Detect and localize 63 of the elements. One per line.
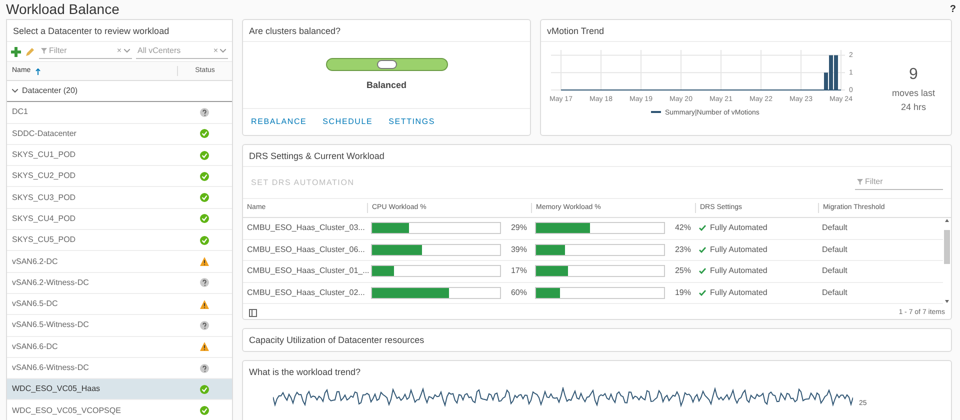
cluster-name: CMBU_ESO_Haas_Cluster_03... (246, 222, 366, 234)
drs-setting: Fully Automated (710, 265, 768, 278)
filter-icon (857, 179, 863, 185)
column-toggle-icon[interactable] (249, 309, 257, 317)
card-title: What is the workload trend? (248, 366, 362, 379)
card-title: Are clusters balanced? (243, 20, 530, 42)
percent-value: 29% (510, 222, 527, 234)
cluster-name: CMBU_ESO_Haas_Cluster_06... (246, 244, 366, 256)
card-title: vMotion Trend (541, 20, 951, 42)
moves-count: 9 (909, 65, 918, 85)
drs-setting: Fully Automated (710, 222, 768, 234)
threshold-value: Default (821, 222, 848, 234)
threshold-value: Default (821, 265, 848, 278)
datacenter-row[interactable]: SKYS_CU4_POD (7, 208, 232, 230)
percent-value: 39% (510, 244, 527, 256)
group-label[interactable]: Datacenter (20) (22, 85, 78, 98)
drs-setting: Fully Automated (710, 286, 768, 299)
sort-arrow-icon[interactable] (34, 68, 41, 74)
threshold-value: Default (821, 286, 848, 299)
datacenter-row[interactable]: vSAN6.5-Witness-DC (7, 315, 232, 337)
percent-value: 25% (674, 265, 691, 278)
moves-caption: moves last 24 hrs (890, 87, 936, 114)
datacenter-row[interactable]: SKYS_CU1_POD (7, 144, 232, 166)
check-icon (699, 225, 706, 232)
threshold-value: Default (821, 244, 848, 256)
add-icon[interactable] (11, 46, 21, 56)
caret-icon[interactable] (12, 89, 18, 94)
check-icon (699, 268, 706, 274)
caret-icon[interactable] (220, 49, 226, 53)
datacenter-row[interactable]: vSAN6.6-DC (7, 336, 232, 358)
card-title: Capacity Utilization of Datacenter resources (248, 334, 426, 347)
percent-value: 60% (510, 286, 527, 299)
percent-value: 23% (674, 244, 691, 256)
drs-setting: Fully Automated (710, 244, 768, 256)
action-link[interactable]: SETTINGS (380, 116, 444, 128)
scrollbar[interactable] (943, 218, 951, 304)
datacenter-row[interactable]: SKYS_CU2_POD (7, 166, 232, 188)
percent-value: 19% (674, 286, 691, 299)
datacenter-row[interactable]: SDDC-Datacenter (7, 124, 232, 145)
percent-value: 17% (510, 265, 527, 278)
datacenter-row[interactable]: SKYS_CU3_POD (7, 187, 232, 209)
datacenter-row[interactable]: vSAN6.2-DC (7, 251, 232, 273)
datacenter-row[interactable]: vSAN6.5-DC (7, 294, 232, 316)
cluster-name: CMBU_ESO_Haas_Cluster_01_... (246, 265, 367, 278)
datacenter-row[interactable]: vSAN6.2-Witness-DC (7, 272, 232, 294)
balance-status: Balanced (366, 78, 407, 92)
panel-title: Select a Datacenter to review workload (7, 20, 232, 42)
check-icon (699, 290, 706, 296)
datacenter-row[interactable]: WDC_ESO_VC05_Haas (7, 379, 232, 400)
action-link[interactable]: REBALANCE (243, 116, 315, 128)
action-link[interactable]: SCHEDULE (314, 116, 381, 128)
pencil-icon[interactable] (25, 46, 35, 56)
datacenter-row[interactable]: DC1 (7, 102, 232, 124)
check-icon (699, 246, 706, 253)
percent-value: 42% (674, 222, 691, 234)
datacenter-row[interactable]: WDC_ESO_VC05_VCOPSQE (7, 400, 232, 420)
help-link[interactable]: ? (950, 2, 956, 17)
filter-icon (41, 48, 47, 54)
caret-icon[interactable] (124, 49, 130, 53)
datacenter-row[interactable]: SKYS_CU5_POD (7, 230, 232, 252)
page-title: Workload Balance (6, 0, 120, 19)
card-title: DRS Settings & Current Workload (243, 145, 951, 167)
cluster-name: CMBU_ESO_Haas_Cluster_02... (246, 286, 366, 299)
